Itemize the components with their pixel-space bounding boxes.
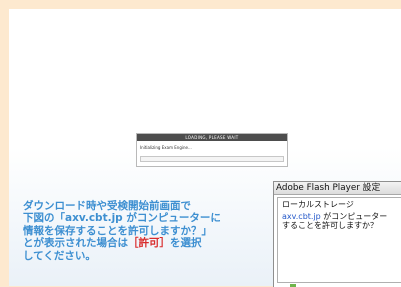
instruction-line-2-post: がコンピューターに [122, 212, 221, 225]
domain-link[interactable]: axv.cbt.jp [282, 212, 321, 221]
loading-dialog: LOADING, PLEASE WAIT Initializing Exam E… [136, 133, 288, 167]
flash-message-line-1: axv.cbt.jp がコンピューター [282, 212, 387, 221]
instruction-domain: axv.cbt.jp [65, 212, 123, 225]
flash-settings-dialog: Adobe Flash Player 設定 ローカルストレージ axv.cbt.… [273, 181, 401, 287]
loading-message: Initializing Exam Engine... [140, 145, 192, 150]
instruction-line-3: 情報を保存することを許可しますか？」 [23, 224, 212, 237]
instruction-line-4-pre: とが表示された場合は [23, 237, 128, 250]
flash-message-line-2: することを許可しますか？ [282, 221, 378, 230]
flash-dialog-title: Adobe Flash Player 設定 [274, 182, 401, 195]
instruction-line-2: 下図の「axv.cbt.jp がコンピューターに [23, 212, 273, 224]
loading-title: LOADING, PLEASE WAIT [137, 134, 287, 141]
allow-highlight: ［許可］ [128, 237, 170, 250]
instruction-text: ダウンロード時や受検開始前画面で 下図の「axv.cbt.jp がコンピューター… [23, 200, 273, 262]
flash-dialog-body: ローカルストレージ axv.cbt.jp がコンピューター することを許可します… [277, 197, 401, 283]
flash-message-line-1-rest: がコンピューター [320, 211, 388, 221]
instruction-line-4-post: を選択 [170, 237, 202, 250]
instruction-line-1: ダウンロード時や受検開始前画面で [23, 200, 191, 212]
local-storage-heading: ローカルストレージ [282, 200, 354, 209]
instruction-line-5: してください。 [23, 249, 96, 262]
instruction-line-4: とが表示された場合は［許可］を選択 [23, 237, 273, 249]
loading-progress-bar [140, 156, 284, 162]
instruction-line-2-pre: 下図の「 [23, 212, 65, 225]
